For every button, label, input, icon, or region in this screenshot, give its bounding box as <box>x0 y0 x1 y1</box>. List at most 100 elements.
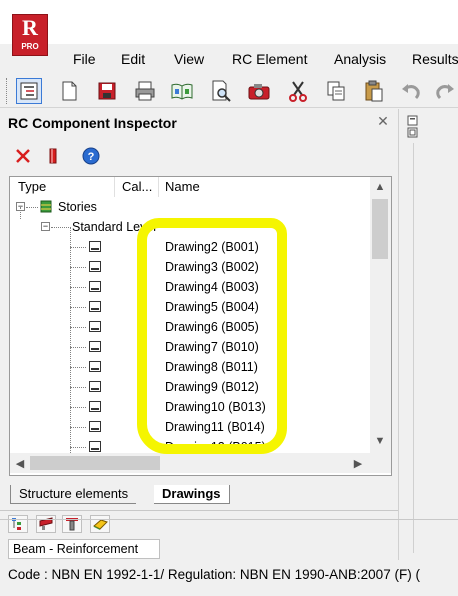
horizontal-scrollbar[interactable]: ◀ ▶ <box>10 453 370 473</box>
title-bar <box>0 0 458 44</box>
drawing-sheet-icon <box>89 441 101 452</box>
close-icon[interactable]: ✕ <box>376 114 390 128</box>
tree-node-stories[interactable]: − Stories <box>10 197 370 217</box>
tree-connector <box>70 347 86 348</box>
tree-connector <box>70 267 86 268</box>
tree-node-drawing[interactable]: Drawing10 (B013) <box>10 397 370 417</box>
scroll-left-icon[interactable]: ◀ <box>12 455 28 471</box>
slab-element-icon[interactable] <box>90 515 110 533</box>
tree-node-drawing[interactable]: Drawing11 (B014) <box>10 417 370 437</box>
app-logo-letter: R <box>22 15 38 40</box>
print-preview-icon[interactable] <box>208 78 234 104</box>
drawing-sheet-icon <box>89 381 101 392</box>
menu-file[interactable]: File <box>73 51 96 67</box>
menu-view[interactable]: View <box>174 51 204 67</box>
undo-icon[interactable] <box>398 78 424 104</box>
collapse-toggle[interactable]: − <box>41 222 50 231</box>
tree-view-icon[interactable] <box>8 515 28 533</box>
tree-connector <box>70 367 86 368</box>
tree-connector <box>70 407 86 408</box>
tree-node-drawing[interactable]: Drawing9 (B012) <box>10 377 370 397</box>
tree-label-drawing: Drawing2 (B001) <box>165 240 259 254</box>
tree-label-drawing: Drawing12 (B015) <box>165 440 266 454</box>
save-icon[interactable] <box>94 78 120 104</box>
tree-node-drawing[interactable]: Drawing4 (B003) <box>10 277 370 297</box>
column-tool-icon[interactable] <box>62 515 82 533</box>
scroll-thumb[interactable] <box>30 456 160 470</box>
component-inspector-panel: RC Component Inspector ✕ ? Type Cal... N… <box>0 109 398 596</box>
help-icon[interactable]: ? <box>82 147 100 165</box>
tree-connector <box>26 207 38 208</box>
paste-icon[interactable] <box>361 78 387 104</box>
menu-results[interactable]: Results <box>412 51 458 67</box>
tree-node-drawing[interactable]: Drawing3 (B002) <box>10 257 370 277</box>
app-logo[interactable]: R PRO <box>12 14 48 56</box>
right-docked-pane <box>398 109 458 560</box>
column-element-icon[interactable] <box>44 147 62 165</box>
tree-label-drawing: Drawing9 (B012) <box>165 380 259 394</box>
delete-icon[interactable] <box>14 147 32 165</box>
tree-connector <box>70 447 86 448</box>
menu-bar: File Edit View RC Element Analysis Resul… <box>0 44 458 74</box>
status-divider <box>0 519 458 520</box>
pane-grip-icon[interactable] <box>407 115 418 139</box>
tree-node-standard-level[interactable]: − Standard Level <box>10 217 370 237</box>
column-divider[interactable] <box>158 177 159 197</box>
redo-icon[interactable] <box>432 78 458 104</box>
menu-rc-element[interactable]: RC Element <box>232 51 307 67</box>
tree-connector <box>70 387 86 388</box>
tree-label-drawing: Drawing11 (B014) <box>165 420 265 434</box>
tree-node-drawing[interactable]: Drawing8 (B011) <box>10 357 370 377</box>
vertical-scrollbar[interactable]: ▲ ▼ <box>370 177 391 453</box>
tree-node-drawing[interactable]: Drawing6 (B005) <box>10 317 370 337</box>
tree-label-drawing: Drawing6 (B005) <box>165 320 259 334</box>
tree-label-drawing: Drawing8 (B011) <box>165 360 258 374</box>
element-type-field: Beam - Reinforcement <box>8 539 160 559</box>
tree-label-stories: Stories <box>58 200 97 214</box>
tree-connector <box>70 427 86 428</box>
tree-connector <box>70 247 86 248</box>
scroll-down-icon[interactable]: ▼ <box>372 433 388 449</box>
main-toolbar <box>0 74 458 108</box>
column-type[interactable]: Type <box>18 179 46 194</box>
component-inspector-icon[interactable] <box>16 78 42 104</box>
tree-header: Type Cal... Name <box>10 177 370 197</box>
tree-label-drawing: Drawing3 (B002) <box>165 260 259 274</box>
copy-icon[interactable] <box>323 78 349 104</box>
toolbar-grip[interactable] <box>6 78 9 104</box>
tab-structure-elements[interactable]: Structure elements <box>10 485 137 504</box>
column-calc[interactable]: Cal... <box>122 179 152 194</box>
tree-connector <box>70 307 86 308</box>
column-divider[interactable] <box>114 177 115 197</box>
open-book-icon[interactable] <box>169 78 195 104</box>
app-logo-badge: PRO <box>21 42 39 51</box>
tree-label-drawing: Drawing7 (B010) <box>165 340 259 354</box>
tree-connector <box>51 227 71 228</box>
drawing-sheet-icon <box>89 361 101 372</box>
tree-node-drawing[interactable]: Drawing2 (B001) <box>10 237 370 257</box>
tree-label-drawing: Drawing5 (B004) <box>165 300 259 314</box>
print-icon[interactable] <box>132 78 158 104</box>
menu-edit[interactable]: Edit <box>121 51 145 67</box>
column-name[interactable]: Name <box>165 179 200 194</box>
menu-analysis[interactable]: Analysis <box>334 51 386 67</box>
svg-text:?: ? <box>88 151 95 163</box>
tree-connector <box>70 327 86 328</box>
scroll-right-icon[interactable]: ▶ <box>350 455 366 471</box>
tree-label-drawing: Drawing10 (B013) <box>165 400 266 414</box>
tree-node-drawing[interactable]: Drawing5 (B004) <box>10 297 370 317</box>
tab-drawings[interactable]: Drawings <box>154 485 230 504</box>
drawing-sheet-icon <box>89 341 101 352</box>
tree-node-drawing[interactable]: Drawing7 (B010) <box>10 337 370 357</box>
stories-icon <box>40 200 52 216</box>
scissors-icon[interactable] <box>285 78 311 104</box>
beam-element-icon[interactable] <box>36 515 56 533</box>
camera-icon[interactable] <box>246 78 272 104</box>
status-bar: Code : NBN EN 1992-1-1/ Regulation: NBN … <box>8 567 420 582</box>
scrollbar-corner <box>370 453 391 473</box>
new-document-icon[interactable] <box>56 78 82 104</box>
drawing-sheet-icon <box>89 421 101 432</box>
scroll-up-icon[interactable]: ▲ <box>372 179 388 195</box>
scroll-thumb[interactable] <box>372 199 388 259</box>
drawing-sheet-icon <box>89 281 101 292</box>
